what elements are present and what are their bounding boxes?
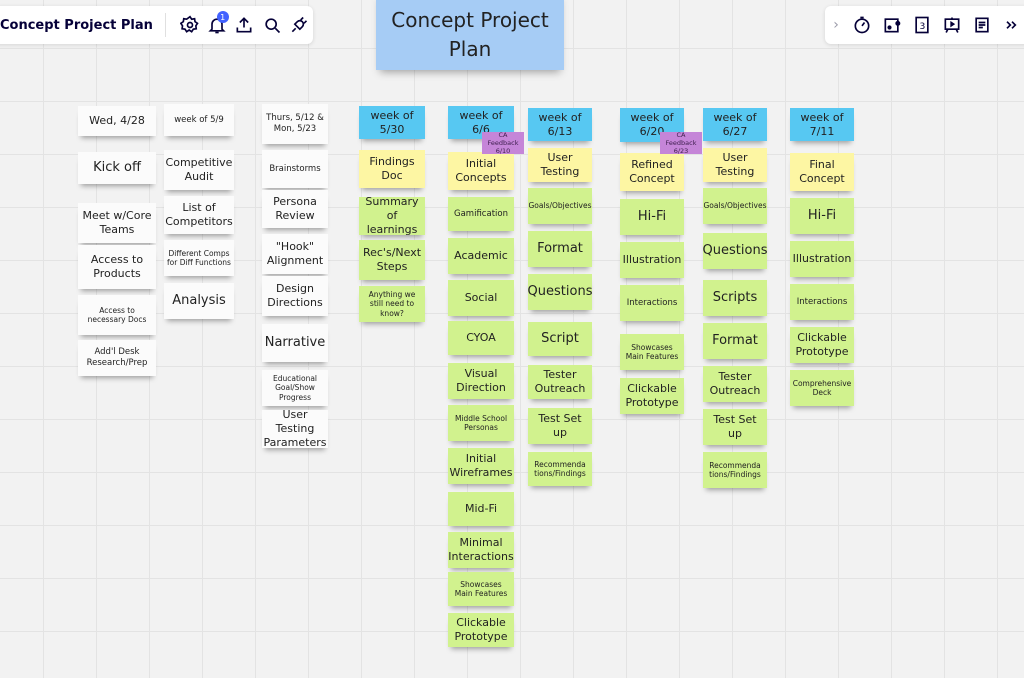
task-sticky-note[interactable]: Comprehensive Deck (790, 370, 854, 406)
task-sticky-note[interactable]: Test Set up (528, 408, 592, 444)
task-sticky-note[interactable]: Questions (528, 274, 592, 310)
task-sticky-note[interactable]: Brainstorms (262, 150, 328, 188)
share-upload-icon[interactable] (231, 10, 258, 40)
task-sticky-note[interactable]: Goals/Objectives (528, 188, 592, 224)
task-sticky-note[interactable]: Kick off (78, 152, 156, 184)
task-sticky-note[interactable]: Middle School Personas (448, 405, 514, 441)
task-sticky-note[interactable]: Clickable Prototype (620, 378, 684, 414)
phase-note[interactable]: Initial Concepts (448, 152, 514, 190)
task-sticky-note[interactable]: List of Competitors (164, 196, 234, 234)
task-sticky-note[interactable]: Tester Outreach (528, 365, 592, 399)
task-sticky-note[interactable]: Mid-Fi (448, 492, 514, 526)
svg-text:3: 3 (920, 21, 926, 32)
column-header-note[interactable]: Wed, 4/28 (78, 106, 156, 136)
settings-icon[interactable] (176, 10, 203, 40)
phase-note[interactable]: Refined Concept (620, 153, 684, 191)
task-sticky-note[interactable]: Educational Goal/Show Progress (262, 370, 328, 406)
task-sticky-note[interactable]: Recommenda tions/Findings (703, 452, 767, 488)
presentation-icon[interactable] (937, 10, 967, 40)
phase-note[interactable]: Final Concept (790, 153, 854, 191)
task-sticky-note[interactable]: Visual Direction (448, 363, 514, 399)
feedback-note[interactable]: CA Feedback 6/10 (482, 131, 524, 155)
task-sticky-note[interactable]: Initial Wireframes (448, 448, 514, 484)
task-sticky-note[interactable]: Recommenda tions/Findings (528, 452, 592, 486)
more-icon[interactable] (997, 10, 1024, 40)
task-sticky-note[interactable]: Design Directions (262, 276, 328, 316)
expand-toolbar-button[interactable]: › (825, 17, 847, 33)
card-voting-icon[interactable] (877, 10, 907, 40)
task-sticky-note[interactable]: CYOA (448, 321, 514, 355)
task-sticky-note[interactable]: Hi-Fi (790, 198, 854, 234)
task-sticky-note[interactable]: Questions (703, 233, 767, 269)
task-sticky-note[interactable]: Illustration (620, 242, 684, 278)
task-sticky-note[interactable]: Narrative (262, 324, 328, 362)
task-sticky-note[interactable]: Goals/Objectives (703, 188, 767, 224)
task-sticky-note[interactable]: Academic (448, 238, 514, 274)
phase-note[interactable]: Findings Doc (359, 150, 425, 188)
task-sticky-note[interactable]: Competitive Audit (164, 150, 234, 190)
column-header-note[interactable]: week of 5/30 (359, 106, 425, 139)
toolbar-divider (164, 13, 166, 37)
search-icon[interactable] (258, 10, 285, 40)
task-sticky-note[interactable]: Format (528, 231, 592, 267)
notifications-icon[interactable]: 1 (203, 10, 230, 40)
task-sticky-note[interactable]: Tester Outreach (703, 366, 767, 402)
task-sticky-note[interactable]: Interactions (620, 285, 684, 321)
column-header-note[interactable]: week of 7/11 (790, 108, 854, 141)
task-sticky-note[interactable]: Social (448, 280, 514, 316)
task-sticky-note[interactable]: Gamification (448, 197, 514, 231)
column-header-note[interactable]: week of 6/27 (703, 108, 767, 141)
feedback-note[interactable]: CA Feedback 6/23 (660, 131, 702, 155)
task-sticky-note[interactable]: User Testing Parameters (262, 408, 328, 449)
board-title[interactable]: Concept Project Plan (0, 18, 153, 33)
task-sticky-note[interactable]: Clickable Prototype (790, 327, 854, 363)
task-sticky-note[interactable]: Access to necessary Docs (78, 295, 156, 335)
task-sticky-note[interactable]: Meet w/Core Teams (78, 203, 156, 243)
notes-icon[interactable] (967, 10, 997, 40)
task-sticky-note[interactable]: "Hook" Alignment (262, 234, 328, 274)
task-sticky-note[interactable]: Format (703, 323, 767, 359)
timer-icon[interactable] (847, 10, 877, 40)
column-header-note[interactable]: week of 5/9 (164, 104, 234, 136)
task-sticky-note[interactable]: Analysis (164, 283, 234, 319)
task-sticky-note[interactable]: Access to Products (78, 245, 156, 289)
task-sticky-note[interactable]: Summary of learnings (359, 195, 425, 236)
column-header-note[interactable]: week of 6/13 (528, 108, 592, 141)
task-sticky-note[interactable]: Rec's/Next Steps (359, 240, 425, 280)
task-sticky-note[interactable]: Add'l Desk Research/Prep (78, 340, 156, 376)
board-toolbar: Concept Project Plan 1 (0, 6, 313, 44)
task-sticky-note[interactable]: Script (528, 322, 592, 356)
board-title-note[interactable]: Concept Project Plan (376, 0, 564, 70)
task-sticky-note[interactable]: Test Set up (703, 409, 767, 445)
task-sticky-note[interactable]: Showcases Main Features (620, 334, 684, 370)
column-header-note[interactable]: Thurs, 5/12 & Mon, 5/23 (262, 104, 328, 144)
task-sticky-note[interactable]: Minimal Interactions (448, 532, 514, 568)
task-sticky-note[interactable]: Anything we still need to know? (359, 286, 425, 322)
tools-toolbar: › 3 (825, 6, 1024, 44)
task-sticky-note[interactable]: Different Comps for Diff Functions (164, 240, 234, 276)
task-sticky-note[interactable]: Illustration (790, 241, 854, 277)
task-sticky-note[interactable]: Persona Review (262, 190, 328, 228)
phase-note[interactable]: User Testing (703, 148, 767, 182)
phase-note[interactable]: User Testing (528, 148, 592, 182)
task-sticky-note[interactable]: Hi-Fi (620, 199, 684, 235)
calendar-icon[interactable]: 3 (907, 10, 937, 40)
task-sticky-note[interactable]: Showcases Main Features (448, 572, 514, 606)
task-sticky-note[interactable]: Scripts (703, 280, 767, 316)
task-sticky-note[interactable]: Interactions (790, 284, 854, 320)
notification-badge: 1 (216, 11, 229, 23)
integrations-plug-icon[interactable] (286, 10, 313, 40)
task-sticky-note[interactable]: Clickable Prototype (448, 613, 514, 647)
